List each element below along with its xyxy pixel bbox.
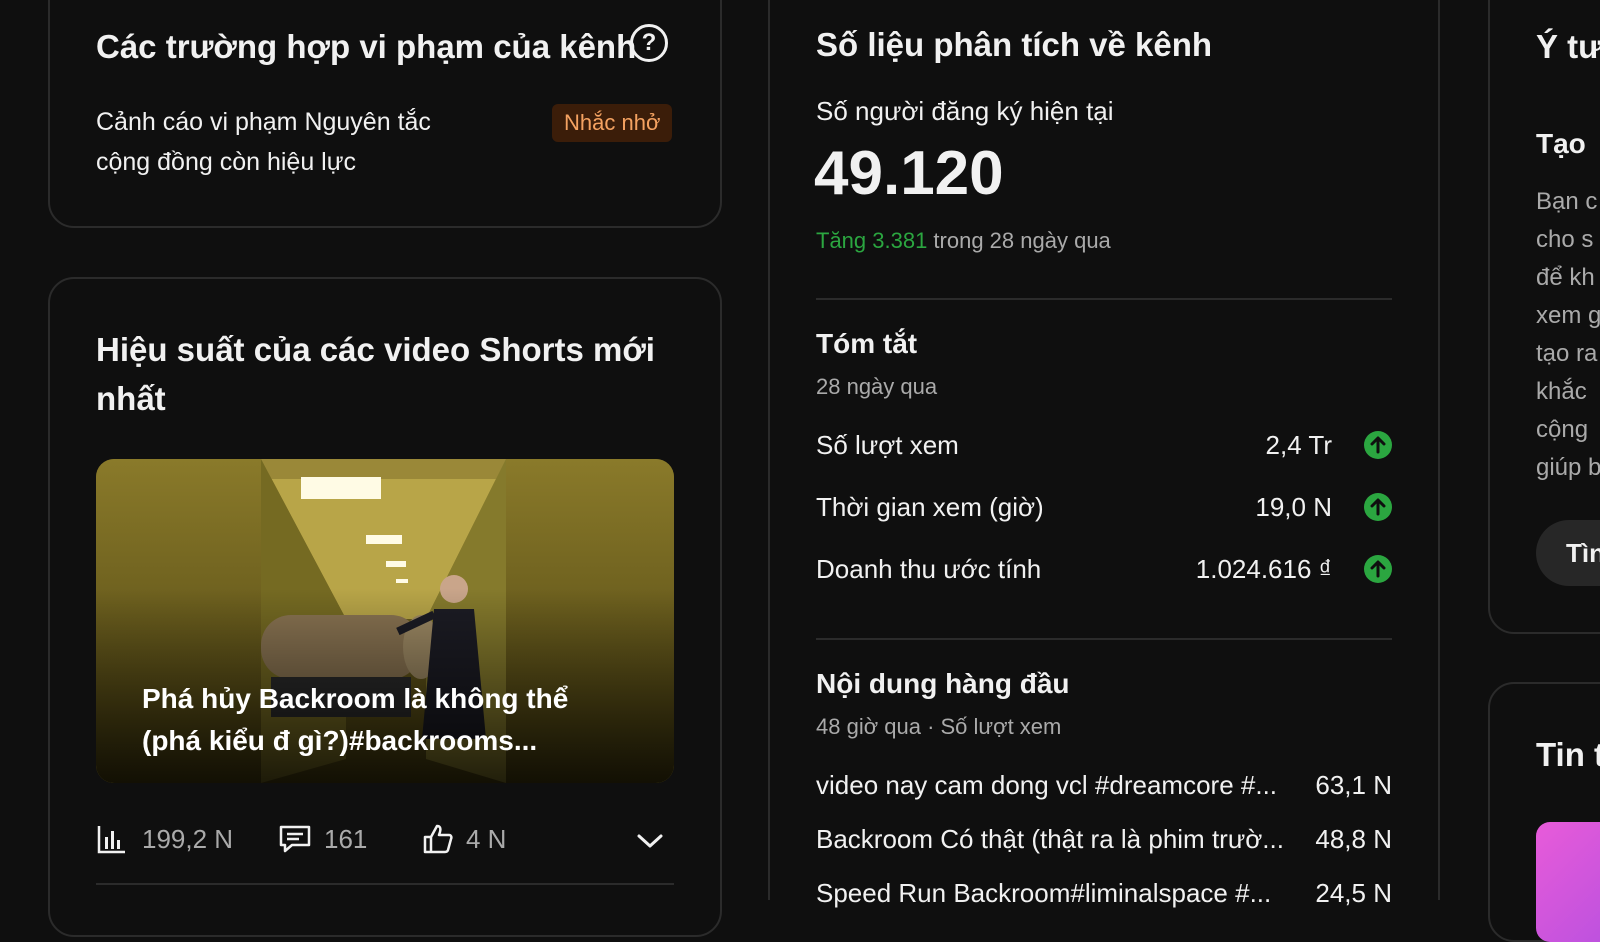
shorts-title-line2: nhất bbox=[96, 380, 166, 417]
ideas-title: Ý tư bbox=[1536, 28, 1600, 65]
likes-count: 4 N bbox=[466, 823, 507, 854]
summary-row-revenue-value: 1.024.616 ₫ bbox=[1195, 554, 1332, 584]
views-count: 199,2 N bbox=[142, 823, 234, 854]
help-icon[interactable]: ? bbox=[630, 24, 668, 62]
top-content-item-views: 48,8 N bbox=[1315, 824, 1392, 854]
ideas-body-line: cho s bbox=[1536, 226, 1594, 253]
thumbs-up-icon bbox=[423, 824, 453, 854]
violations-title: Các trường hợp vi phạm của kênh bbox=[96, 28, 637, 65]
shorts-title-line1: Hiệu suất của các video Shorts mới bbox=[96, 331, 655, 368]
bar-chart-icon bbox=[97, 826, 125, 854]
video-thumbnail[interactable]: Phá hủy Backroom là không thể (phá kiểu … bbox=[96, 459, 674, 783]
ideas-body-line: xem g bbox=[1536, 302, 1600, 329]
subscribers-label: Số người đăng ký hiện tại bbox=[816, 96, 1114, 126]
analytics-divider-2 bbox=[816, 638, 1392, 640]
violations-card: Các trường hợp vi phạm của kênh ? Cảnh c… bbox=[48, 0, 722, 228]
news-thumbnail[interactable] bbox=[1536, 822, 1600, 942]
top-content-item-views: 24,5 N bbox=[1315, 878, 1392, 908]
subscribers-change-highlight: Tăng 3.381 bbox=[816, 228, 928, 253]
top-content-item-title[interactable]: video nay cam dong vcl #dreamcore #... bbox=[816, 770, 1286, 801]
summary-row-watchtime-label: Thời gian xem (giờ) bbox=[816, 492, 1044, 522]
violation-text-line1: Cảnh cáo vi phạm Nguyên tắc bbox=[96, 108, 431, 136]
summary-period: 28 ngày qua bbox=[816, 374, 938, 399]
subscribers-change: Tăng 3.381 trong 28 ngày qua bbox=[816, 228, 1111, 254]
ideas-body-line: để kh bbox=[1536, 264, 1595, 291]
likes-stat: 4 N bbox=[422, 819, 506, 859]
summary-row-views-value: 2,4 Tr bbox=[1265, 430, 1332, 460]
ideas-action-button[interactable]: Tìn bbox=[1536, 520, 1600, 586]
views-stat: 199,2 N bbox=[96, 819, 233, 859]
analytics-divider-1 bbox=[816, 298, 1392, 300]
arrow-up-icon bbox=[1364, 431, 1392, 459]
news-card: Tin t bbox=[1488, 682, 1600, 942]
ideas-body-line: Bạn c bbox=[1536, 188, 1598, 215]
top-content-item-title[interactable]: Speed Run Backroom#liminalspace #... bbox=[816, 878, 1276, 909]
summary-row-watchtime-value: 19,0 N bbox=[1255, 492, 1332, 522]
analytics-title: Số liệu phân tích về kênh bbox=[816, 26, 1213, 63]
comment-icon bbox=[279, 825, 311, 853]
expand-button[interactable] bbox=[630, 821, 670, 861]
ideas-body-line: cộng bbox=[1536, 416, 1589, 443]
summary-title: Tóm tắt bbox=[816, 328, 918, 359]
subscribers-count: 49.120 bbox=[814, 139, 1004, 208]
arrow-up-icon bbox=[1364, 493, 1392, 521]
news-title: Tin t bbox=[1536, 736, 1600, 773]
shorts-performance-card: Hiệu suất của các video Shorts mới nhất bbox=[48, 277, 722, 937]
top-content-item-title[interactable]: Backroom Có thật (thật ra là phim trườ..… bbox=[816, 824, 1296, 855]
ideas-body-line: giúp b bbox=[1536, 454, 1600, 481]
ideas-subtitle: Tạo bbox=[1536, 128, 1586, 159]
top-content-title: Nội dung hàng đầu bbox=[816, 668, 1070, 699]
summary-row-views-label: Số lượt xem bbox=[816, 430, 959, 460]
shorts-divider bbox=[96, 883, 674, 885]
ideas-body-line: khắc bbox=[1536, 378, 1587, 405]
ideas-body-line: tạo ra bbox=[1536, 340, 1598, 367]
arrow-up-icon bbox=[1364, 555, 1392, 583]
column-separator-right bbox=[1438, 0, 1440, 900]
violation-status-badge: Nhắc nhở bbox=[552, 104, 673, 142]
channel-analytics-card: Số liệu phân tích về kênh Số người đăng … bbox=[770, 0, 1438, 908]
ideas-action-label: Tìn bbox=[1566, 537, 1600, 568]
top-content-subtitle: 48 giờ qua · Số lượt xem bbox=[816, 714, 1062, 739]
comments-stat: 161 bbox=[278, 819, 367, 859]
comments-count: 161 bbox=[324, 823, 368, 854]
chevron-down-icon bbox=[637, 834, 663, 848]
summary-row-revenue-label: Doanh thu ước tính bbox=[816, 554, 1042, 584]
video-title-line1: Phá hủy Backroom là không thể bbox=[142, 683, 569, 714]
subscribers-change-period: trong 28 ngày qua bbox=[927, 228, 1111, 253]
ideas-card: Ý tư Tạo Bạn c cho s để kh xem g tạo ra … bbox=[1488, 0, 1600, 634]
top-content-item-views: 63,1 N bbox=[1315, 770, 1392, 800]
violation-text-line2: cộng đồng còn hiệu lực bbox=[96, 148, 356, 176]
video-title-line2: (phá kiểu đ gì?)#backrooms... bbox=[142, 725, 538, 756]
